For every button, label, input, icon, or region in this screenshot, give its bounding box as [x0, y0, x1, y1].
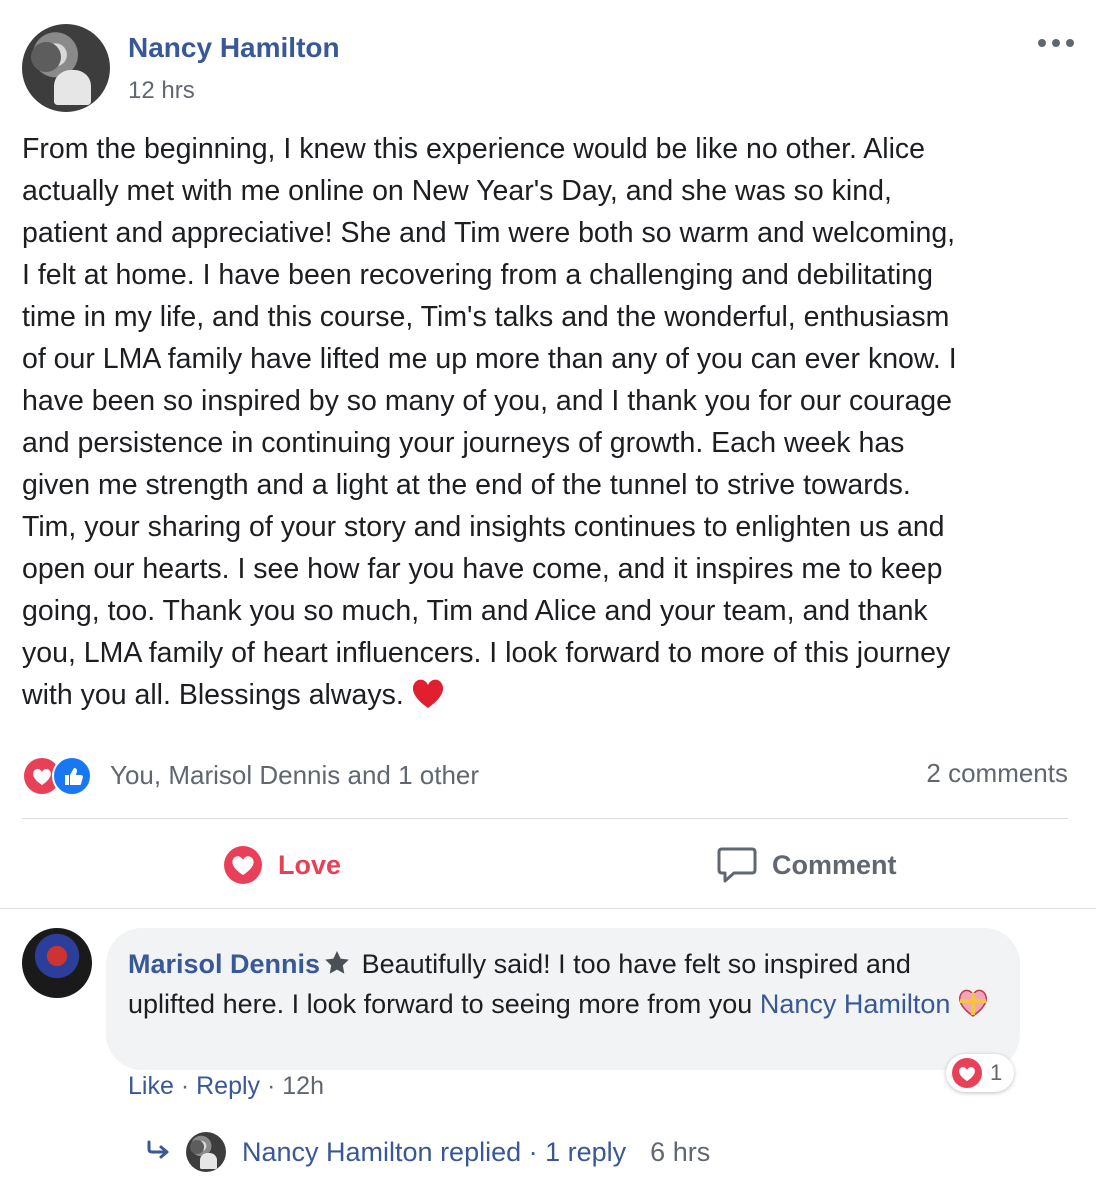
author-avatar[interactable] — [22, 24, 110, 112]
comment-like-link[interactable]: Like — [128, 1072, 174, 1100]
love-button[interactable]: Love — [222, 842, 341, 888]
post-timestamp[interactable]: 12 hrs — [128, 77, 195, 105]
love-button-label: Love — [278, 849, 342, 880]
like-reaction-icon[interactable] — [52, 756, 92, 796]
comment-actions: Like · Reply · 12h — [128, 1072, 324, 1101]
divider — [0, 908, 1096, 909]
heart-gift-emoji-icon — [956, 986, 990, 1028]
reply-timestamp: 6 hrs — [650, 1136, 711, 1167]
separator: · — [180, 1072, 190, 1100]
love-reaction-icon — [952, 1058, 982, 1088]
comment-reply-link[interactable]: Reply — [196, 1072, 260, 1100]
comment-reaction-count: 1 — [990, 1060, 1003, 1085]
comment-reaction-pill[interactable]: 1 — [946, 1054, 1014, 1092]
reactions-row: You, Marisol Dennis and 1 other 2 commen… — [22, 754, 1068, 798]
mention-link[interactable]: Nancy Hamilton — [760, 989, 951, 1019]
comment-icon — [717, 847, 757, 883]
comments-count[interactable]: 2 comments — [926, 758, 1068, 789]
comment-button-label: Comment — [772, 849, 897, 880]
red-heart-emoji-icon — [410, 676, 446, 722]
post-text: From the beginning, I knew this experien… — [22, 128, 1074, 722]
comment-timestamp[interactable]: 12h — [282, 1072, 324, 1100]
love-icon — [224, 846, 262, 884]
commenter-name[interactable]: Marisol Dennis — [128, 949, 320, 979]
author-name[interactable]: Nancy Hamilton — [128, 32, 340, 64]
view-replies-link[interactable]: Nancy Hamilton replied · 1 reply — [242, 1137, 626, 1168]
reply-arrow-icon — [146, 1137, 172, 1168]
post-body-text: From the beginning, I knew this experien… — [22, 133, 957, 711]
reply-author-avatar[interactable] — [186, 1132, 226, 1172]
reaction-summary[interactable]: You, Marisol Dennis and 1 other — [110, 760, 479, 791]
comment-button[interactable]: Comment — [716, 842, 897, 888]
commenter-avatar[interactable] — [22, 928, 92, 998]
comment-bubble: Marisol Dennis Beautifully said! I too h… — [106, 928, 1020, 1070]
star-badge-icon[interactable] — [324, 949, 350, 986]
replies-row[interactable]: Nancy Hamilton replied · 1 reply 6 hrs — [146, 1130, 710, 1174]
separator: · — [266, 1072, 276, 1100]
divider — [22, 818, 1068, 819]
more-options-button[interactable] — [1036, 24, 1076, 52]
ellipsis-icon — [1038, 39, 1074, 47]
